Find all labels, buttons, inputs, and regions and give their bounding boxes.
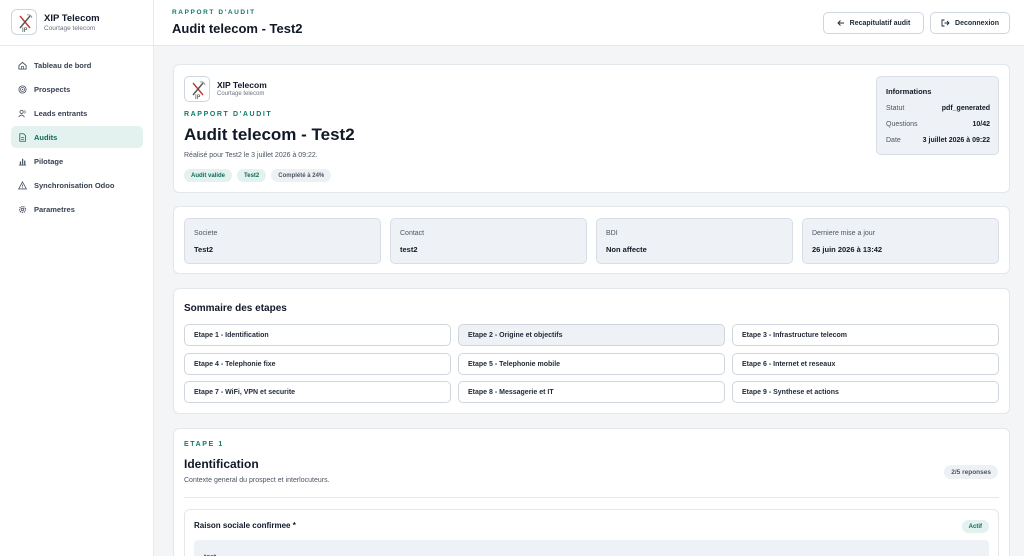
report-logo: IP [184,76,210,102]
sidebar-item-tableau-de-bord[interactable]: Tableau de bord [11,54,143,76]
arrow-left-icon [837,20,844,26]
field-label: Societe [194,230,218,237]
header-eyebrow: RAPPORT D'AUDIT [172,9,256,16]
home-icon [18,61,27,70]
steps-summary-card: Sommaire des etapes Etape 1 - Identifica… [173,288,1010,414]
step-link-3[interactable]: Etape 3 - Infrastructure telecom [732,324,999,346]
page-title: Audit telecom - Test2 [172,21,303,36]
section-title: Identification [184,457,259,471]
company-fields-card: Societe Test2 Contact test2 BDI Non affe… [173,206,1010,274]
field-last-update: Derniere mise a jour 26 juin 2026 à 13:4… [802,218,999,264]
info-key: Date [886,137,901,144]
section-description: Contexte general du prospect et interloc… [184,477,330,484]
recap-audit-button[interactable]: Recapitulatif audit [823,12,924,34]
sidebar-item-label: Leads entrants [34,108,88,118]
info-key: Statut [886,105,905,112]
report-brand-subtitle: Courtage telecom [217,91,265,97]
section-eyebrow: ETAPE 1 [184,441,224,448]
brand-title: XIP Telecom [44,13,100,24]
field-societe: Societe Test2 [184,218,381,264]
step-link-2[interactable]: Etape 2 - Origine et objectifs [458,324,725,346]
field-label: BDI [606,230,618,237]
question-label: Raison sociale confirmee * [194,521,296,530]
field-value: Test2 [194,245,214,254]
question-block: Raison sociale confirmee * Actif test [184,509,999,556]
sidebar-item-label: Prospects [34,84,71,94]
report-meta: Réalisé pour Test2 le 3 juillet 2026 à 0… [184,152,318,159]
completion-badge: Complété à 24% [271,169,332,182]
step-link-1[interactable]: Etape 1 - Identification [184,324,451,346]
info-row-questions: Questions 10/42 [886,121,990,128]
question-answer: test [194,540,989,556]
report-badges: Audit valide Test2 Complété à 24% [184,169,336,182]
sidebar-item-label: Tableau de bord [34,60,92,70]
divider [184,497,999,498]
report-title: Audit telecom - Test2 [184,125,355,144]
target-icon [18,84,27,94]
sidebar-item-pilotage[interactable]: Pilotage [11,150,143,172]
field-bdi: BDI Non affecte [596,218,793,264]
recap-audit-label: Recapitulatif audit [849,19,911,27]
field-value: Non affecte [606,245,647,254]
step-link-9[interactable]: Etape 9 - Synthese et actions [732,381,999,403]
answers-count-badge: 2/5 reponses [944,465,998,479]
info-value: 10/42 [972,121,990,128]
sidebar: IP XIP Telecom Courtage telecom Tableau … [0,0,154,556]
question-answer-text: test [204,552,216,556]
sidebar-item-label: Pilotage [34,156,64,166]
status-badge: Audit valide [184,169,233,182]
step-link-6[interactable]: Etape 6 - Internet et reseaux [732,353,999,375]
sidebar-item-audits[interactable]: Audits [11,126,143,148]
sidebar-nav: Tableau de bord Prospects Leads entrants… [11,54,143,222]
svg-text:IP: IP [22,27,28,34]
warning-icon [18,180,27,189]
brand-subtitle: Courtage telecom [44,25,96,32]
file-icon [19,132,26,142]
sidebar-item-label: Synchronisation Odoo [34,180,115,190]
info-key: Questions [886,121,918,128]
info-value: pdf_generated [941,105,990,112]
step-section-card: ETAPE 1 Identification Contexte general … [173,428,1010,556]
sidebar-item-prospects[interactable]: Prospects [11,78,143,100]
step-link-4[interactable]: Etape 4 - Telephonie fixe [184,353,451,375]
brand-logo: IP [11,9,37,35]
company-badge: Test2 [237,169,267,182]
top-header: RAPPORT D'AUDIT Audit telecom - Test2 Re… [154,0,1024,46]
field-value: test2 [400,245,418,254]
summary-title: Sommaire des etapes [184,303,287,314]
field-contact: Contact test2 [390,218,587,264]
info-panel: Informations Statut pdf_generated Questi… [876,76,999,155]
sidebar-item-leads-entrants[interactable]: Leads entrants [11,102,143,124]
info-title: Informations [886,87,932,96]
step-link-5[interactable]: Etape 5 - Telephonie mobile [458,353,725,375]
svg-text:IP: IP [195,94,201,101]
brand[interactable]: IP XIP Telecom Courtage telecom [0,0,154,46]
logout-icon [941,19,950,27]
sidebar-item-label: Parametres [34,204,75,214]
field-label: Derniere mise a jour [812,230,876,237]
info-row-status: Statut pdf_generated [886,105,990,112]
step-link-8[interactable]: Etape 8 - Messagerie et IT [458,381,725,403]
info-row-date: Date 3 juillet 2026 à 09:22 [886,137,990,144]
report-brand-title: XIP Telecom [217,80,267,90]
field-value: 26 juin 2026 à 13:42 [812,245,883,254]
field-label: Contact [400,230,425,237]
step-link-7[interactable]: Etape 7 - WiFi, VPN et securite [184,381,451,403]
users-icon [18,109,26,117]
gear-icon [18,205,27,213]
bar-chart-icon [18,158,27,166]
sidebar-item-synchronisation-odoo[interactable]: Synchronisation Odoo [11,174,143,196]
sidebar-item-label: Audits [34,132,58,142]
report-eyebrow: RAPPORT D'AUDIT [184,111,273,118]
question-status-badge: Actif [961,520,989,533]
logout-label: Deconnexion [955,19,999,27]
sidebar-item-parametres[interactable]: Parametres [11,198,143,220]
info-value: 3 juillet 2026 à 09:22 [922,137,990,144]
logout-button[interactable]: Deconnexion [930,12,1010,34]
report-header-card: IP XIP Telecom Courtage telecom RAPPORT … [173,64,1010,193]
